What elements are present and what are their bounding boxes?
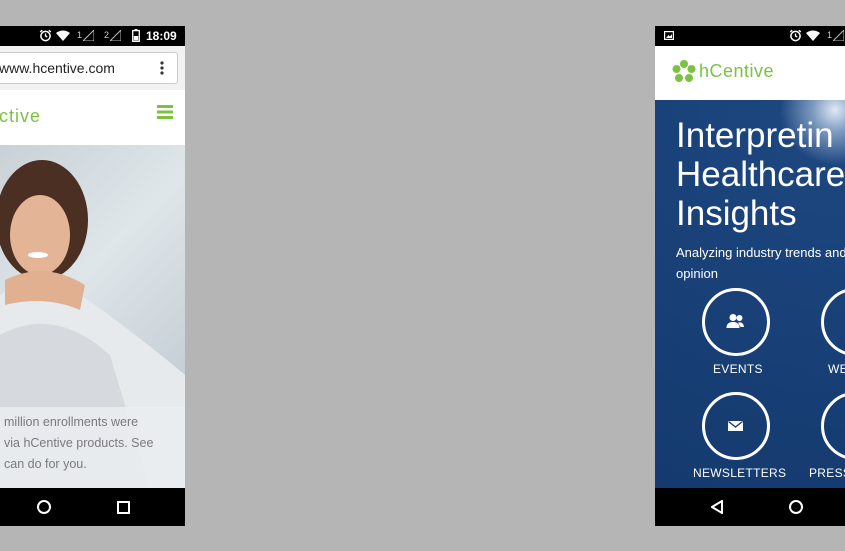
hero-title-line: Healthcare [676,155,845,194]
hero-title-line: Insights [676,194,797,233]
hero-subtitle-line: Analyzing industry trends and [676,245,845,260]
android-nav-bar [655,488,845,526]
right-phone-screen: 1 hCentive Interpretin Healthcare Insigh… [655,26,845,526]
hero-title: Interpretin Healthcare Insights [676,116,845,233]
recents-button[interactable] [117,501,130,514]
android-nav-bar [0,488,185,526]
webinars-button[interactable] [821,288,845,356]
url-text: www.hcentive.com [0,60,115,76]
wifi-icon [56,30,70,41]
sim1-label: 1 [827,30,833,40]
site-logo[interactable]: hCentive [699,61,774,82]
wifi-icon [806,30,820,41]
envelope-icon [728,421,743,431]
signal-icon [110,30,121,41]
alarm-icon [789,29,802,42]
left-phone-screen: 1 2 18:09 www.hcentive.com ctive million… [0,26,185,526]
caption-line: can do for you. [4,457,87,471]
status-bar: 1 2 18:09 [0,26,185,46]
hcentive-logo-icon [672,60,696,82]
site-logo[interactable]: ctive [0,106,41,127]
image-notification-icon [664,31,674,40]
clock-time: 18:09 [146,29,177,43]
hero-banner: Interpretin Healthcare Insights Analyzin… [655,100,845,488]
newsletters-button[interactable] [702,392,770,460]
press-label[interactable]: PRESS [809,466,845,480]
back-button-icon[interactable] [711,500,723,514]
status-bar: 1 [655,26,845,46]
users-icon [726,314,744,328]
sim2-label: 2 [104,30,110,40]
site-header: hCentive [655,46,845,100]
browser-toolbar: www.hcentive.com [0,46,185,90]
events-button[interactable] [702,288,770,356]
caption-line: via hCentive products. See [4,436,154,450]
hero-image: million enrollments were via hCentive pr… [0,145,185,488]
battery-icon [132,29,140,42]
hero-title-line: Interpretin [676,116,834,155]
events-label[interactable]: EVENTS [713,362,763,376]
press-button[interactable] [821,392,845,460]
url-bar[interactable]: www.hcentive.com [0,52,178,84]
webinars-label[interactable]: WE [828,362,845,376]
signal-icon [83,30,94,41]
hamburger-menu-icon[interactable] [157,105,173,119]
home-button[interactable] [789,500,803,514]
hero-subtitle-line: opinion [676,266,718,281]
alarm-icon [39,29,52,42]
hero-caption: million enrollments were via hCentive pr… [0,407,185,488]
site-header: ctive [0,90,185,145]
hero-subtitle: Analyzing industry trends and opinion [676,242,845,284]
signal-icon [833,30,844,41]
sim1-label: 1 [77,30,83,40]
newsletters-label[interactable]: NEWSLETTERS [693,466,786,480]
home-button[interactable] [37,500,51,514]
caption-line: million enrollments were [4,415,139,429]
overflow-menu-icon[interactable] [160,61,164,75]
